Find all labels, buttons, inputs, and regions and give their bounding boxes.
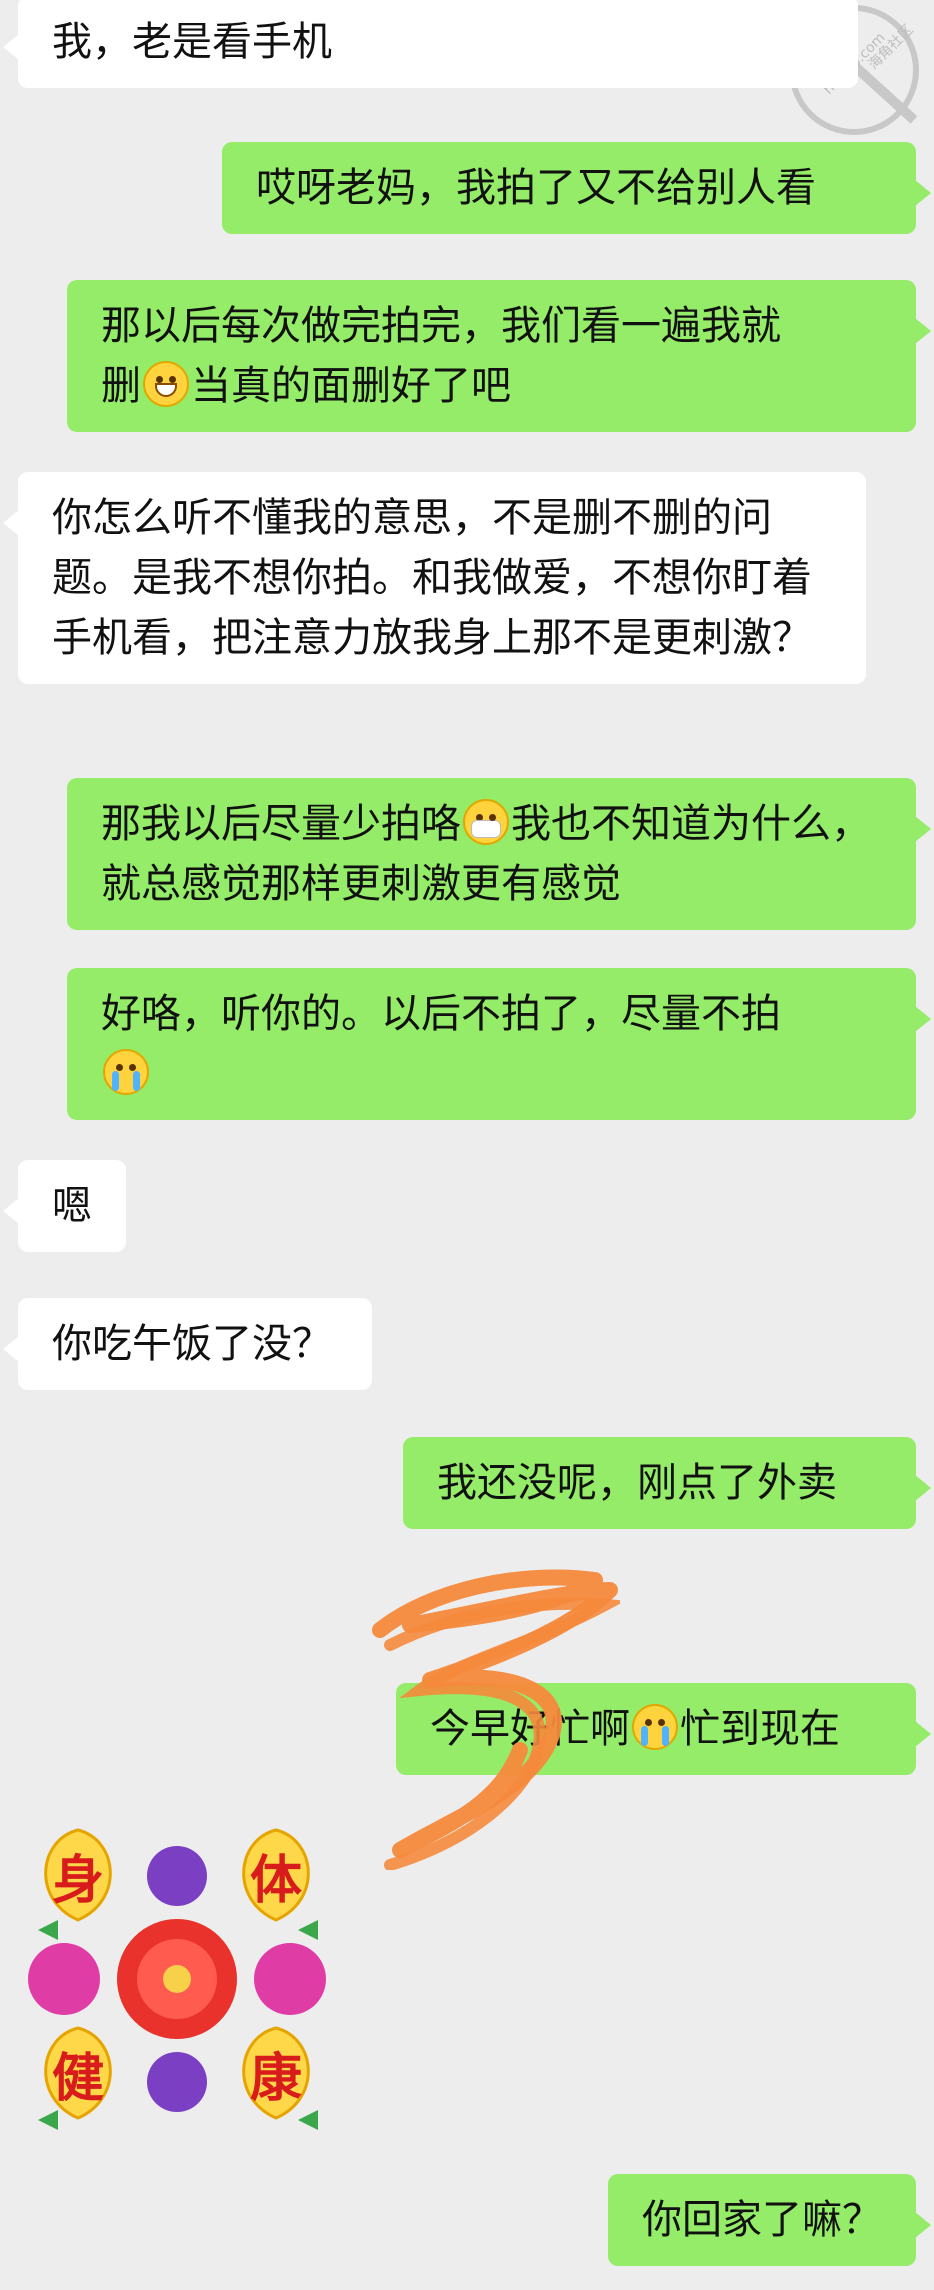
message-text: 哎呀老妈，我拍了又不给别人看 — [256, 165, 816, 211]
peach-top-left: 身 — [44, 1828, 112, 1922]
peach-top-right: 体 — [242, 1828, 310, 1922]
peach-bottom-right: 康 — [242, 2026, 310, 2120]
message-received[interactable]: 你怎么听不懂我的意思，不是删不删的问题。是我不想你拍。和我做爱，不想你盯着手机看… — [3, 472, 866, 684]
message-text: 你回家了嘛？ — [642, 2197, 882, 2243]
message-text: 你吃午饭了没？ — [52, 1321, 332, 1367]
message-text: 我还没呢，刚点了外卖 — [437, 1460, 837, 1506]
crying-emoji-icon — [103, 1049, 149, 1095]
message-received[interactable]: 你吃午饭了没？ — [3, 1298, 372, 1390]
message-sent[interactable]: 我还没呢，刚点了外卖 — [403, 1437, 931, 1529]
peach-bottom-left: 健 — [44, 2026, 112, 2120]
message-text: 忙到现在 — [680, 1706, 840, 1752]
message-received[interactable]: 嗯 — [3, 1160, 126, 1252]
message-text: 你怎么听不懂我的意思，不是删不删的问题。是我不想你拍。和我做爱，不想你盯着手机看… — [52, 495, 812, 661]
message-text: 好咯，听你的。以后不拍了，尽量不拍 — [101, 991, 781, 1037]
sticker-char: 康 — [250, 2049, 302, 2109]
message-sent[interactable]: 那我以后尽量少拍咯 我也不知道为什么，就总感觉那样更刺激更有感觉 — [67, 778, 931, 930]
message-text: 当真的面删好了吧 — [191, 363, 511, 409]
health-sticker-image: 身 体 健 康 — [28, 1828, 326, 2130]
message-sent[interactable]: 哎呀老妈，我拍了又不给别人看 — [222, 142, 931, 234]
crying-emoji-icon — [632, 1704, 678, 1750]
message-text: 嗯 — [52, 1183, 92, 1229]
sticker-char: 身 — [52, 1851, 104, 1911]
message-text: 那我以后尽量少拍咯 — [101, 801, 461, 847]
message-text: 删 — [101, 363, 141, 409]
grin-emoji-icon — [143, 361, 189, 407]
message-received[interactable]: 我，老是看手机 — [3, 0, 858, 88]
sticker-char: 体 — [250, 1851, 302, 1911]
message-sent[interactable]: 你回家了嘛？ — [608, 2174, 931, 2266]
message-text: 那以后每次做完拍完，我们看一遍我就 — [101, 303, 781, 349]
orange-scribble-overlay — [372, 1569, 620, 1870]
sticker-char: 健 — [52, 2049, 104, 2109]
flower-center-icon — [117, 1919, 237, 2039]
mask-emoji-icon — [463, 799, 509, 845]
message-text: 我，老是看手机 — [52, 19, 332, 65]
message-sent[interactable]: 那以后每次做完拍完，我们看一遍我就 删 当真的面删好了吧 — [67, 280, 931, 432]
message-sent[interactable]: 好咯，听你的。以后不拍了，尽量不拍 — [67, 968, 931, 1120]
watermark-text-cn: 海角社区 — [866, 22, 917, 73]
